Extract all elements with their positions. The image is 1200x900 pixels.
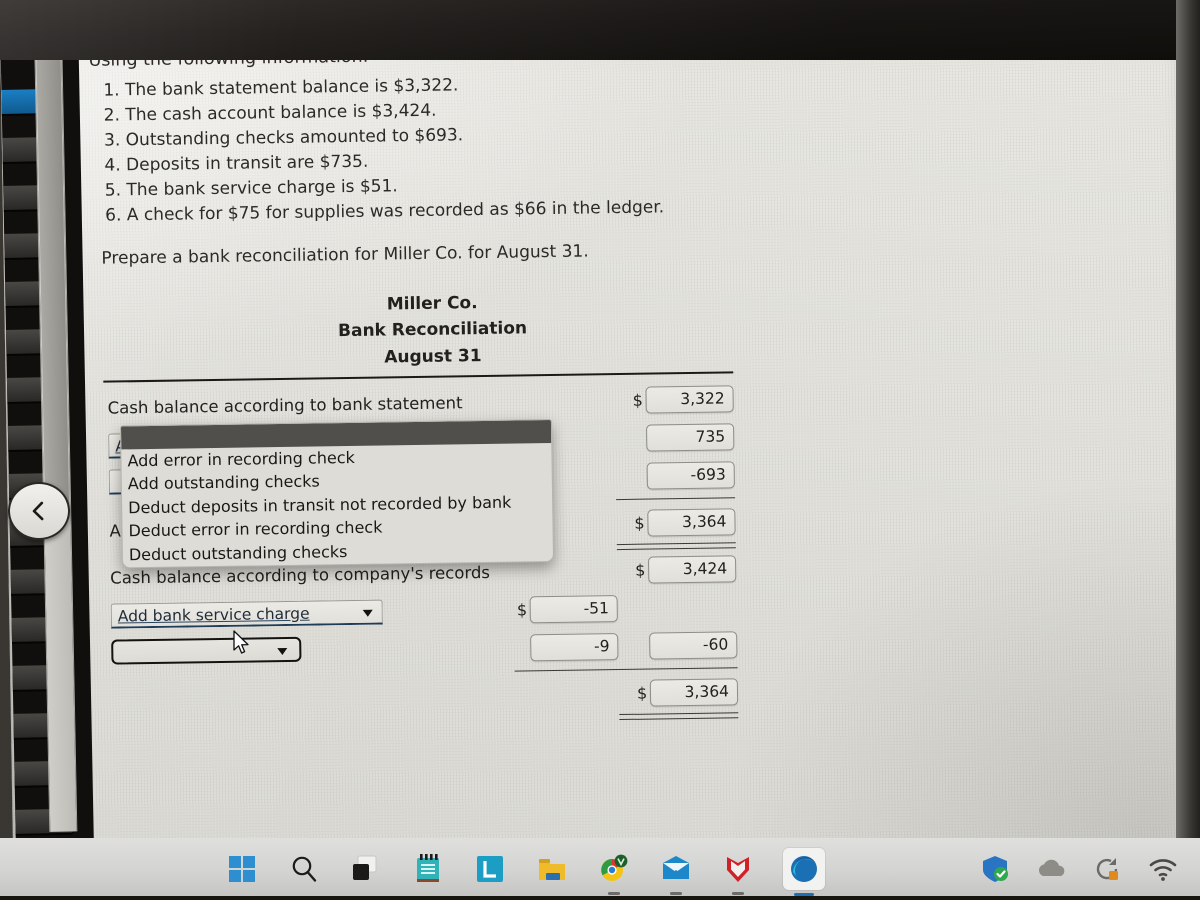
taskbar-item[interactable]: [225, 852, 259, 886]
dollar-sign: $: [632, 390, 643, 410]
company-records-input[interactable]: 3,424: [647, 554, 737, 584]
dollar-sign: $: [516, 599, 528, 620]
deduct-item-2-inner-cell: -9: [514, 627, 619, 667]
taskbar-item[interactable]: [349, 852, 383, 886]
taskbar-item[interactable]: [721, 852, 755, 895]
add-item-2-input[interactable]: -693: [646, 460, 735, 490]
add-item-1-input[interactable]: 735: [645, 422, 735, 452]
search-icon[interactable]: [287, 852, 321, 886]
prompt-item: A check for $75 for supplies was recorde…: [127, 197, 791, 225]
taskbar-item[interactable]: [473, 852, 507, 886]
windows-taskbar: [0, 838, 1200, 900]
empty-cell: [108, 676, 515, 720]
notepad-icon[interactable]: [411, 852, 445, 886]
prompt-item: The bank statement balance is $3,322.: [125, 73, 789, 101]
deduct-item-2-dropdown-menu[interactable]: Add error in recording check Add outstan…: [119, 419, 555, 569]
bank-balance-cell: $ 3,322: [615, 379, 734, 419]
mcafee-icon[interactable]: [721, 852, 755, 886]
edge-icon[interactable]: [787, 852, 821, 886]
deduct-item-1-inner-cell: $ -51: [513, 589, 619, 629]
running-indicator: [608, 892, 620, 895]
select-value: Add bank service charge: [117, 604, 310, 626]
deduct-item-2-cell: [107, 629, 514, 673]
monitor-bezel-top: [0, 0, 1200, 60]
empty-cell: [618, 587, 737, 627]
deduct-item-2-inner-input[interactable]: -9: [530, 632, 619, 661]
question-prompt: Using the following information: The ban…: [88, 41, 791, 269]
taskbar-app-group: [225, 838, 825, 900]
running-indicator: [670, 892, 682, 895]
mail-icon[interactable]: [659, 852, 693, 886]
final-total-rule: [619, 710, 739, 721]
prompt-item: The cash account balance is $3,424.: [125, 98, 789, 126]
taskbar-item[interactable]: [783, 848, 825, 896]
bank-balance-input[interactable]: 3,322: [645, 384, 734, 414]
final-balance-cell: $ 3,364: [619, 672, 739, 712]
company-records-cell: $ 3,424: [617, 549, 737, 589]
security-shield-icon[interactable]: [978, 852, 1012, 886]
file-explorer-icon[interactable]: [535, 852, 569, 886]
windows-start-icon[interactable]: [225, 852, 259, 886]
chevron-down-icon: [362, 609, 373, 617]
deduct-item-2-outer-cell: -60: [618, 625, 738, 665]
dollar-sign: $: [636, 683, 648, 703]
empty-cell: [515, 712, 620, 723]
adjusted-balance-input[interactable]: 3,364: [647, 507, 736, 537]
app-l-icon[interactable]: [473, 852, 507, 886]
deduct-item-2-select[interactable]: [111, 636, 302, 665]
add-item-2-value-cell: -693: [616, 455, 735, 495]
onedrive-cloud-icon[interactable]: [1034, 852, 1068, 886]
empty-cell: [510, 381, 615, 421]
prompt-closing: Prepare a bank reconciliation for Miller…: [101, 241, 589, 270]
add-item-1-value-cell: 735: [615, 417, 735, 457]
update-sync-icon[interactable]: [1090, 852, 1124, 886]
monitor-bezel-right: [1176, 0, 1200, 900]
deduct-item-1-cell: Add bank service charge: [106, 591, 513, 635]
adjusted-balance-cell: $ 3,364: [616, 502, 736, 542]
final-balance-input[interactable]: 3,364: [649, 677, 739, 707]
system-tray: [978, 838, 1180, 900]
running-indicator: [732, 892, 744, 895]
prompt-item: The bank service charge is $51.: [126, 172, 790, 200]
monitor-bezel-bottom: [0, 896, 1200, 900]
exercise-page: Using the following information: The ban…: [78, 7, 1200, 833]
taskbar-item[interactable]: [597, 852, 631, 895]
prompt-list: The bank statement balance is $3,322. Th…: [89, 73, 791, 225]
chevron-down-icon: [277, 647, 288, 655]
deduct-item-2-outer-input[interactable]: -60: [649, 630, 738, 660]
deduct-item-1-select[interactable]: Add bank service charge: [110, 599, 383, 629]
chrome-icon[interactable]: [597, 852, 631, 886]
monitor-photo: Using the following information: The ban…: [0, 0, 1200, 900]
dollar-sign: $: [635, 560, 646, 580]
wifi-icon[interactable]: [1146, 852, 1180, 886]
empty-cell: [514, 674, 619, 714]
deduct-item-1-input[interactable]: -51: [529, 594, 619, 623]
prompt-item: Outstanding checks amounted to $693.: [126, 123, 790, 150]
taskbar-item[interactable]: [287, 852, 321, 886]
dollar-sign: $: [634, 513, 645, 533]
taskbar-item[interactable]: [535, 852, 569, 886]
task-view-icon[interactable]: [349, 852, 383, 886]
prompt-item: Deposits in transit are $735.: [126, 147, 790, 176]
chevron-left-icon: [32, 501, 44, 521]
taskbar-item[interactable]: [659, 852, 693, 895]
taskbar-item[interactable]: [411, 852, 445, 886]
